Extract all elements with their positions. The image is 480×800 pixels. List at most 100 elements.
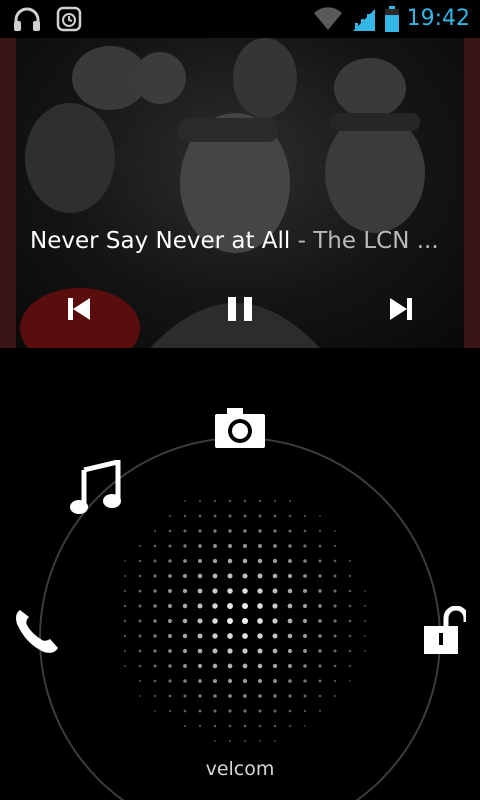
glow-dot [242,588,248,594]
glow-dot [167,618,173,624]
glow-dot [333,544,337,548]
glow-dot [183,514,187,518]
glow-dot [213,499,217,503]
glow-dot [168,559,172,563]
glow-dot [318,529,322,533]
glow-dot [183,694,187,698]
glow-dot [197,618,203,624]
phone-target[interactable] [12,606,62,656]
glow-dot [287,573,293,579]
glow-dot [168,694,172,698]
glow-dot [198,679,202,683]
glow-dot [333,679,337,683]
glow-dot [183,664,187,668]
glow-dot [241,617,249,625]
glow-dot [212,618,218,624]
glow-dot [198,694,202,698]
previous-button[interactable] [60,294,100,324]
glow-dot [227,633,233,639]
glow-dot [153,634,157,638]
battery-icon [384,6,399,32]
glow-dot [302,633,308,639]
glow-dot [243,739,247,743]
glow-dot [138,589,142,593]
glow-dot [213,724,217,728]
glow-dot [153,559,157,563]
glow-dot [272,588,278,594]
glow-dot [197,588,203,594]
glow-dot [123,574,127,578]
glow-dot [257,618,263,624]
glow-dot [153,664,157,668]
glow-dot [288,679,292,683]
glow-dot [318,589,322,593]
glow-dot [257,678,263,684]
glow-dot [168,604,172,608]
glow-dot [153,589,157,593]
glow-dot [212,573,218,579]
unlock-icon [424,605,469,654]
glow-dot [272,573,278,579]
track-separator: - [290,228,314,254]
glow-dot [303,649,307,653]
glow-dot [153,574,157,578]
glow-dot [213,739,217,743]
glow-dot [258,499,262,503]
glow-dot [318,559,322,563]
glow-dot [227,663,233,669]
glow-dot [258,694,262,698]
glow-dot [363,634,367,638]
glow-dot [348,634,352,638]
unlock-target[interactable] [418,605,469,658]
glow-dot [243,709,247,713]
album-art: Never Say Never at All - The LCN ... [0,38,480,348]
glow-dot [258,544,262,548]
phone-icon [16,610,58,653]
glow-dot [168,514,172,518]
glow-dot [287,588,293,594]
glow-dot [123,559,127,563]
glow-dot [333,649,337,653]
glow-dot [242,573,248,579]
glow-dot [273,709,277,713]
glow-dot [153,529,157,533]
glow-dot [153,709,157,713]
glow-dot [153,604,157,608]
track-info: Never Say Never at All - The LCN ... [30,228,460,262]
glow-dot [333,694,337,698]
glow-dot [258,739,262,743]
music-target[interactable] [68,458,124,516]
glow-dot [198,709,202,713]
glow-dot [302,603,308,609]
glow-dot [212,588,218,594]
glow-dot [303,724,307,728]
camera-target[interactable] [213,408,267,450]
glow-dot [288,709,292,713]
glow-dot [212,558,218,564]
glow-dot [274,740,276,742]
glow-dot [228,709,232,713]
wifi-icon [313,7,343,31]
glow-dot [138,604,142,608]
glow-dot [348,649,352,653]
glow-dot [153,544,157,548]
glow-dot [318,619,322,623]
glow-dot [364,650,366,652]
glow-dot [138,694,142,698]
glow-dot [212,633,218,639]
glow-dot [182,588,188,594]
glow-dot [272,648,278,654]
glow-dot [242,663,248,669]
glow-dot [226,617,234,625]
glow-dot [138,664,142,668]
glow-dot [318,514,322,518]
glow-dot [212,603,218,609]
glow-dot [288,514,292,518]
glow-dot [303,679,307,683]
glowpad-dots[interactable] [123,499,367,743]
pause-button[interactable] [220,294,260,324]
next-button[interactable] [380,294,420,324]
clock: 19:42 [406,6,470,31]
glow-dot [153,694,157,698]
glow-dot [287,603,293,609]
